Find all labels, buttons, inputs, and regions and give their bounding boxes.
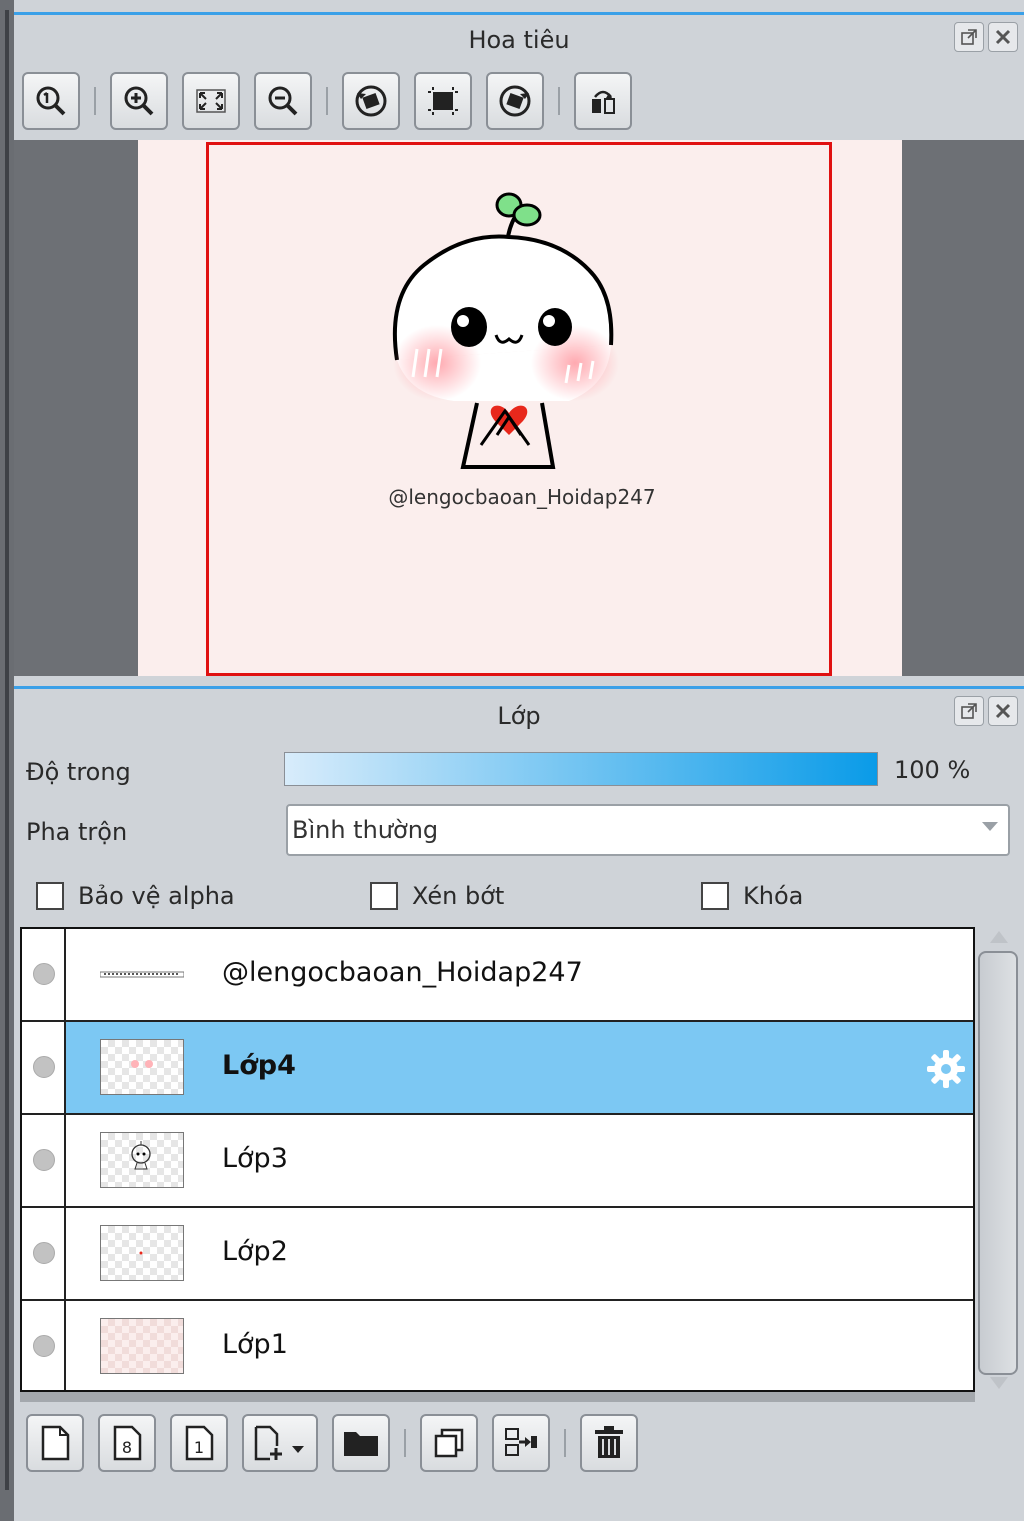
layer-thumbnail xyxy=(100,1132,184,1188)
add-layer-dropdown-icon[interactable] xyxy=(242,1414,318,1472)
navigator-preview[interactable]: @lengocbaoan_Hoidap247 xyxy=(14,140,1024,676)
layer-row[interactable]: Lớp1 xyxy=(22,1301,973,1390)
blend-mode-select[interactable]: Bình thường xyxy=(286,804,1010,856)
close-panel-icon[interactable] xyxy=(988,696,1018,726)
svg-text:1: 1 xyxy=(194,1438,204,1457)
visibility-icon[interactable] xyxy=(33,1056,55,1078)
mirror-icon[interactable] xyxy=(574,72,632,130)
opacity-value: 100 % xyxy=(894,756,971,784)
visibility-icon[interactable] xyxy=(33,1242,55,1264)
view-frame[interactable]: @lengocbaoan_Hoidap247 xyxy=(206,142,832,676)
checkbox-box[interactable] xyxy=(701,882,729,910)
scroll-down-icon[interactable] xyxy=(990,1377,1008,1389)
folder-icon[interactable] xyxy=(332,1414,390,1472)
visibility-toggle[interactable] xyxy=(22,929,66,1020)
watermark-text: @lengocbaoan_Hoidap247 xyxy=(388,485,656,509)
duplicate-layer-icon[interactable] xyxy=(420,1414,478,1472)
visibility-icon[interactable] xyxy=(33,1335,55,1357)
toolbar-separator xyxy=(564,1429,566,1457)
left-dock-bar xyxy=(0,0,14,1521)
toolbar-separator xyxy=(404,1429,406,1457)
character-illustration xyxy=(392,192,619,469)
merge-down-icon[interactable] xyxy=(492,1414,550,1472)
clipping-label: Xén bớt xyxy=(412,882,505,910)
navigator-toolbar xyxy=(22,70,646,132)
chevron-down-icon xyxy=(982,822,998,831)
clipping-checkbox[interactable]: Xén bớt xyxy=(370,882,504,910)
visibility-icon[interactable] xyxy=(33,963,55,985)
toolbar-separator xyxy=(326,87,328,115)
flip-icon[interactable] xyxy=(414,72,472,130)
visibility-toggle[interactable] xyxy=(22,1301,66,1390)
checkbox-box[interactable] xyxy=(370,882,398,910)
close-panel-icon[interactable] xyxy=(988,22,1018,52)
layer-row[interactable]: Lớp3 xyxy=(22,1115,973,1208)
detach-panel-icon[interactable] xyxy=(954,696,984,726)
gear-icon[interactable] xyxy=(925,1048,967,1094)
layer-thumbnail xyxy=(100,1039,184,1095)
panel-top-border xyxy=(14,12,1024,15)
layer-scrollbar[interactable] xyxy=(976,927,1022,1392)
blend-label: Pha trộn xyxy=(26,818,128,846)
navigator-panel: Hoa tiêu @lengocbaoan_Hoidap247 xyxy=(14,12,1024,676)
fit-screen-icon[interactable] xyxy=(182,72,240,130)
zoom-in-icon[interactable] xyxy=(110,72,168,130)
visibility-toggle[interactable] xyxy=(22,1115,66,1206)
layer-thumbnail xyxy=(99,946,185,1002)
layer-toolbar: 8 1 xyxy=(26,1412,652,1474)
canvas-paper: @lengocbaoan_Hoidap247 xyxy=(138,140,902,676)
layer-row[interactable]: Lớp4 xyxy=(22,1022,973,1115)
layer-row[interactable]: Lớp2 xyxy=(22,1208,973,1301)
toolbar-separator xyxy=(558,87,560,115)
layer-name: Lớp1 xyxy=(222,1329,288,1360)
opacity-slider[interactable] xyxy=(284,752,878,786)
blend-mode-value: Bình thường xyxy=(292,816,439,844)
rotate-right-icon[interactable] xyxy=(486,72,544,130)
zoom-actual-icon[interactable] xyxy=(22,72,80,130)
delete-layer-icon[interactable] xyxy=(580,1414,638,1472)
lock-label: Khóa xyxy=(743,882,804,910)
scroll-up-icon[interactable] xyxy=(990,931,1008,943)
layer-name: Lớp4 xyxy=(222,1050,296,1081)
new-1bit-layer-icon[interactable]: 1 xyxy=(170,1414,228,1472)
zoom-out-icon[interactable] xyxy=(254,72,312,130)
protect-alpha-checkbox[interactable]: Bảo vệ alpha xyxy=(36,882,235,910)
new-layer-icon[interactable] xyxy=(26,1414,84,1472)
visibility-toggle[interactable] xyxy=(22,1208,66,1299)
rotate-left-icon[interactable] xyxy=(342,72,400,130)
layer-row[interactable]: @lengocbaoan_Hoidap247 xyxy=(22,929,973,1022)
navigator-window-buttons xyxy=(954,22,1018,52)
lock-checkbox[interactable]: Khóa xyxy=(701,882,803,910)
new-8bit-layer-icon[interactable]: 8 xyxy=(98,1414,156,1472)
svg-text:8: 8 xyxy=(122,1438,132,1457)
layer-name: Lớp2 xyxy=(222,1236,288,1267)
panel-top-border xyxy=(14,686,1024,689)
layer-name: @lengocbaoan_Hoidap247 xyxy=(222,957,583,988)
navigator-title: Hoa tiêu xyxy=(468,26,570,54)
layers-title: Lớp xyxy=(497,702,541,730)
scrollbar-thumb[interactable] xyxy=(978,951,1018,1375)
visibility-toggle[interactable] xyxy=(22,1022,66,1113)
layers-window-buttons xyxy=(954,696,1018,726)
layer-thumbnail xyxy=(100,1318,184,1374)
checkbox-box[interactable] xyxy=(36,882,64,910)
layer-list-footer xyxy=(20,1392,975,1402)
detach-panel-icon[interactable] xyxy=(954,22,984,52)
toolbar-separator xyxy=(94,87,96,115)
visibility-icon[interactable] xyxy=(33,1149,55,1171)
layers-panel: Lớp Độ trong 100 % Pha trộn Bình thường … xyxy=(14,686,1024,1521)
opacity-label: Độ trong xyxy=(26,758,131,786)
layer-list: @lengocbaoan_Hoidap247 Lớp4 Lớp3 Lớp2 Lớ… xyxy=(20,927,975,1392)
layer-thumbnail xyxy=(100,1225,184,1281)
protect-alpha-label: Bảo vệ alpha xyxy=(78,882,235,910)
layer-name: Lớp3 xyxy=(222,1143,288,1174)
